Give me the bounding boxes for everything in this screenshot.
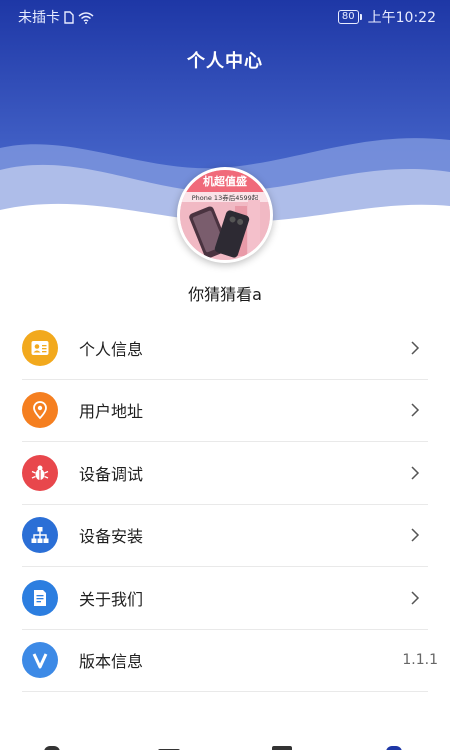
clock-text: 上午10:22 bbox=[367, 10, 436, 26]
chevron-right-icon bbox=[411, 466, 420, 480]
menu-label: 设备调试 bbox=[79, 464, 144, 484]
settings-menu: 个人信息 用户地址 设备调试 设备安装 关于我们 版本信息 1.1.1 bbox=[22, 317, 438, 692]
menu-label: 版本信息 bbox=[79, 652, 144, 672]
menu-label: 用户地址 bbox=[79, 402, 144, 422]
status-bar: 未插卡 80 上午10:22 bbox=[0, 0, 450, 32]
avatar-image: 机超值盛 Phone 13券后4599起 bbox=[180, 170, 270, 260]
chevron-right-icon bbox=[411, 591, 420, 605]
chevron-right-icon bbox=[411, 341, 420, 355]
menu-item-user-address[interactable]: 用户地址 bbox=[22, 380, 428, 442]
wifi-icon bbox=[78, 11, 94, 24]
menu-label: 设备安装 bbox=[79, 527, 144, 547]
menu-item-device-install[interactable]: 设备安装 bbox=[22, 505, 428, 567]
document-icon bbox=[22, 579, 58, 616]
avatar-banner-text: 机超值盛 bbox=[203, 174, 247, 188]
bug-icon bbox=[22, 454, 58, 491]
location-pin-icon bbox=[22, 392, 58, 429]
grid-icon[interactable] bbox=[272, 746, 292, 750]
profile-icon[interactable] bbox=[386, 746, 402, 750]
user-card-icon bbox=[22, 329, 58, 366]
carrier-text: 未插卡 bbox=[18, 10, 60, 26]
username: 你猜猜看a bbox=[188, 285, 262, 304]
menu-item-version-info[interactable]: 版本信息 1.1.1 bbox=[22, 630, 438, 692]
version-v-icon bbox=[22, 642, 58, 679]
menu-label: 个人信息 bbox=[79, 339, 144, 359]
home-icon[interactable] bbox=[44, 746, 60, 750]
chevron-right-icon bbox=[411, 403, 420, 417]
menu-item-about-us[interactable]: 关于我们 bbox=[22, 567, 428, 630]
menu-item-personal-info[interactable]: 个人信息 bbox=[22, 317, 428, 380]
page-title: 个人中心 bbox=[187, 51, 263, 72]
menu-item-device-debug[interactable]: 设备调试 bbox=[22, 442, 428, 505]
menu-label: 关于我们 bbox=[79, 589, 144, 609]
battery-icon: 80 bbox=[337, 10, 362, 24]
bottom-tab-bar bbox=[0, 738, 450, 750]
chevron-right-icon bbox=[411, 528, 420, 542]
avatar[interactable]: 机超值盛 Phone 13券后4599起 bbox=[177, 167, 273, 263]
network-tree-icon bbox=[22, 517, 58, 554]
version-number: 1.1.1 bbox=[402, 652, 438, 669]
sim-card-icon bbox=[64, 10, 74, 24]
